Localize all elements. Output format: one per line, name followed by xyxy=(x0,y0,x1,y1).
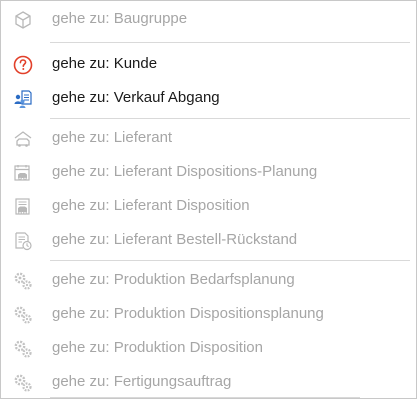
menu-item-verkauf-abgang[interactable]: gehe zu: Verkauf Abgang xyxy=(1,81,416,115)
menu-item-label: gehe zu: Kunde xyxy=(52,55,158,72)
menu-item-label: gehe zu: Lieferant xyxy=(52,129,173,146)
menu-item-baugruppe[interactable]: gehe zu: Baugruppe xyxy=(1,2,416,36)
menu-item-label: gehe zu: Verkauf Abgang xyxy=(52,89,220,106)
menu-item-fertigungsauftrag[interactable]: gehe zu: Fertigungsauftrag xyxy=(1,365,416,399)
menu-separator xyxy=(50,397,360,398)
gears-icon xyxy=(14,340,32,358)
cube-icon xyxy=(15,11,31,29)
menu-item-kunde[interactable]: gehe zu: Kunde xyxy=(1,47,416,81)
truck-list-icon xyxy=(15,198,30,215)
question-circle-icon xyxy=(13,55,33,75)
menu-item-produktion-dispositionsplanung[interactable]: gehe zu: Produktion Dispositionsplanung xyxy=(1,297,416,331)
people-document-icon xyxy=(14,90,32,108)
gears-icon xyxy=(14,272,32,290)
menu-item-label: gehe zu: Lieferant Disposition xyxy=(52,197,250,214)
truck-house-icon xyxy=(14,131,32,147)
menu-item-produktion-disposition[interactable]: gehe zu: Produktion Disposition xyxy=(1,331,416,365)
menu-item-label: gehe zu: Lieferant Bestell-Rückstand xyxy=(52,231,298,248)
menu-item-lieferant-dispositions-planung[interactable]: gehe zu: Lieferant Dispositions-Planung xyxy=(1,155,416,189)
document-clock-icon xyxy=(15,232,32,251)
menu-separator xyxy=(50,260,410,261)
menu-separator xyxy=(50,42,410,43)
gears-icon xyxy=(14,306,32,324)
menu-item-lieferant-disposition[interactable]: gehe zu: Lieferant Disposition xyxy=(1,189,416,223)
menu-item-label: gehe zu: Fertigungsauftrag xyxy=(52,373,232,390)
menu-item-lieferant[interactable]: gehe zu: Lieferant xyxy=(1,121,416,155)
menu-item-label: gehe zu: Produktion Dispositionsplanung xyxy=(52,305,324,322)
menu-item-label: gehe zu: Baugruppe xyxy=(52,10,188,27)
gears-icon xyxy=(14,374,32,392)
menu-item-produktion-bedarfsplanung[interactable]: gehe zu: Produktion Bedarfsplanung xyxy=(1,263,416,297)
truck-calendar-icon xyxy=(14,165,30,181)
menu-item-label: gehe zu: Produktion Disposition xyxy=(52,339,263,356)
menu-item-lieferant-bestell-rueckstand[interactable]: gehe zu: Lieferant Bestell-Rückstand xyxy=(1,223,416,257)
menu-separator xyxy=(50,118,410,119)
menu-item-label: gehe zu: Lieferant Dispositions-Planung xyxy=(52,163,318,180)
context-menu: gehe zu: Baugruppe gehe zu: Kunde gehe z… xyxy=(0,0,417,399)
menu-item-label: gehe zu: Produktion Bedarfsplanung xyxy=(52,271,295,288)
